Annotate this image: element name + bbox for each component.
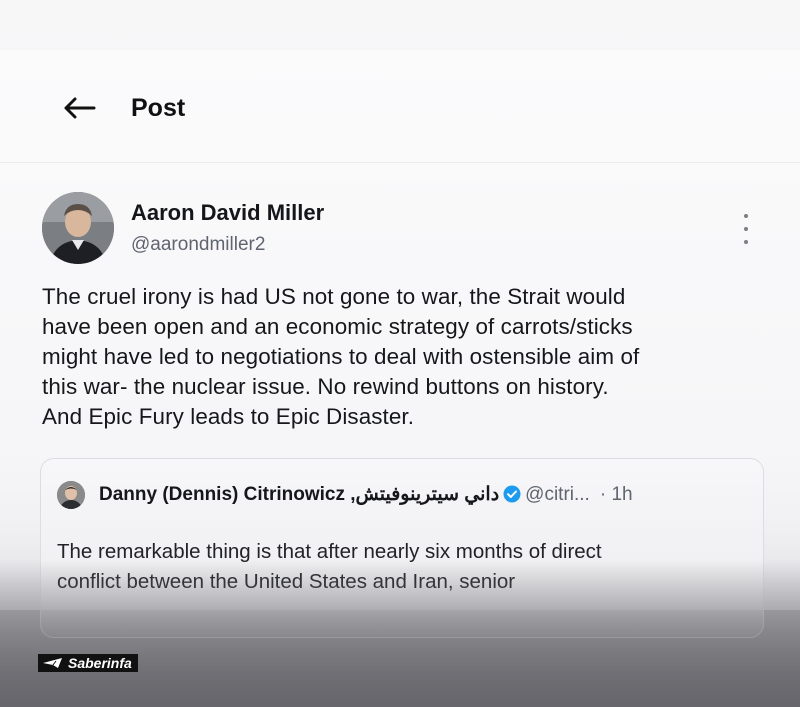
post-text-line: And Epic Fury leads to Epic Disaster. [42,404,415,429]
post-text-line: The cruel irony is had US not gone to wa… [42,284,626,309]
quoted-post-header: Danny (Dennis) Citrinowicz ,داني سيترينو… [99,483,759,509]
author-avatar[interactable] [42,192,114,264]
watermark-text: Saberinfa [68,655,132,671]
verified-badge-icon [503,485,521,509]
author-name[interactable]: Aaron David Miller [131,200,324,226]
post-text-line: have been open and an economic strategy … [42,314,633,339]
watermark: Saberinfa [38,654,138,672]
post-text-line: this war- the nuclear issue. No rewind b… [42,374,609,399]
more-vertical-icon [744,214,748,218]
quoted-text-line: conflict between the United States and I… [57,570,516,593]
arrow-left-icon [64,97,96,119]
quoted-post[interactable]: Danny (Dennis) Citrinowicz ,داني سيترينو… [40,458,764,638]
back-button[interactable] [58,88,102,128]
quoted-author-avatar[interactable] [57,481,85,509]
quoted-author-handle[interactable]: @citri... [525,484,590,505]
quoted-post-text: The remarkable thing is that after nearl… [57,537,757,597]
quoted-text-line: The remarkable thing is that after nearl… [57,540,602,563]
post-text-line: might have led to negotiations to deal w… [42,344,640,369]
author-handle[interactable]: @aarondmiller2 [131,234,265,256]
telegram-icon [43,658,62,668]
more-options-button[interactable] [736,214,756,244]
page-title: Post [131,94,186,122]
quoted-author-name[interactable]: Danny (Dennis) Citrinowicz ,داني سيترينو… [99,484,499,505]
quoted-post-time[interactable]: · 1h [600,484,633,505]
post-text: The cruel irony is had US not gone to wa… [42,282,762,432]
header-divider [0,162,800,163]
